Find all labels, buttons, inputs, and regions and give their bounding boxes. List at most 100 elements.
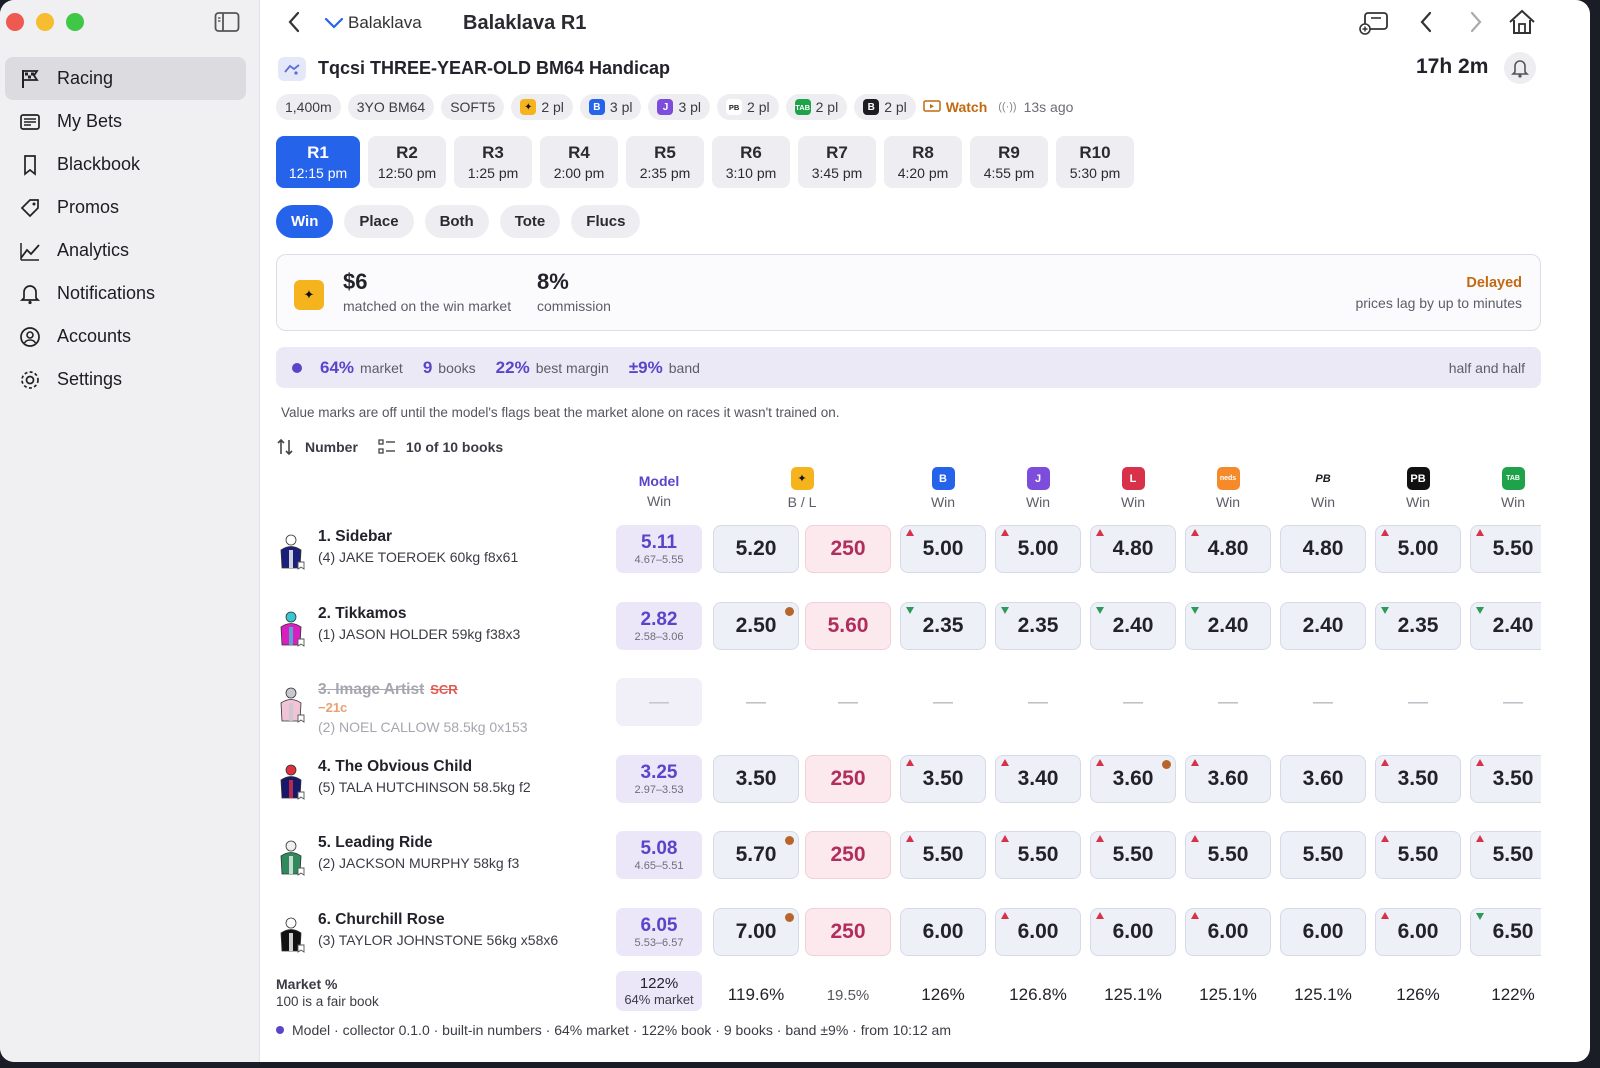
race-info-chip[interactable]: B3 pl xyxy=(579,94,642,120)
minimize-window-button[interactable] xyxy=(36,13,54,31)
lay-price-button[interactable]: 250 xyxy=(805,907,891,956)
race-info-chip[interactable]: 3YO BM64 xyxy=(347,94,435,120)
tab-win[interactable]: Win xyxy=(276,205,334,238)
close-window-button[interactable] xyxy=(6,13,24,31)
race-tab-r9[interactable]: R9 4:55 pm xyxy=(970,136,1048,188)
runner-row[interactable]: 3. Image Artist SCR −21c (2) NOEL CALLOW 58… xyxy=(276,675,1541,735)
win-price-button[interactable]: 3.50 xyxy=(1375,754,1461,803)
win-price-button[interactable]: 2.40 xyxy=(1090,601,1176,650)
win-price-button[interactable]: 3.60 xyxy=(1090,754,1176,803)
race-tab-r8[interactable]: R8 4:20 pm xyxy=(884,136,962,188)
win-price-button[interactable]: 4.80 xyxy=(1090,525,1176,573)
win-price-button[interactable]: 5.50 xyxy=(1470,525,1541,573)
back-price-button[interactable]: 2.50 xyxy=(713,601,799,650)
back-chevron-icon[interactable] xyxy=(280,8,308,36)
lay-price-button[interactable]: 5.60 xyxy=(805,601,891,650)
sidebar-item-my-bets[interactable]: My Bets xyxy=(5,100,246,143)
runner-row[interactable]: 5. Leading Ride (2) JACKSON MURPHY 58kg f… xyxy=(276,828,1541,888)
win-price-button[interactable]: 6.50 xyxy=(1470,907,1541,956)
sidebar-toggle-icon[interactable] xyxy=(214,11,242,35)
win-price-button[interactable]: 3.50 xyxy=(900,754,986,803)
sidebar-item-settings[interactable]: Settings xyxy=(5,358,246,401)
race-tab-r6[interactable]: R6 3:10 pm xyxy=(712,136,790,188)
win-price-button[interactable]: 5.50 xyxy=(1090,831,1176,879)
previous-race-chevron-icon[interactable] xyxy=(1412,8,1440,36)
race-info-chip[interactable]: SOFT5 xyxy=(441,94,505,120)
runner-row[interactable]: 2. Tikkamos (1) JASON HOLDER 59kg f38x3 2.… xyxy=(276,599,1541,659)
race-info-chip[interactable]: PB 2 pl xyxy=(717,94,779,120)
back-price-button[interactable]: 3.50 xyxy=(713,754,799,803)
sort-icon[interactable] xyxy=(276,438,294,456)
home-icon[interactable] xyxy=(1506,6,1538,38)
sidebar-item-promos[interactable]: Promos xyxy=(5,186,246,229)
runner-row[interactable]: 6. Churchill Rose (3) TAYLOR JOHNSTONE 56… xyxy=(276,905,1541,965)
win-price-button[interactable]: 6.00 xyxy=(1185,907,1271,956)
race-tab-r7[interactable]: R7 3:45 pm xyxy=(798,136,876,188)
next-race-chevron-icon[interactable] xyxy=(1462,8,1490,36)
win-price-button[interactable]: 3.40 xyxy=(995,754,1081,803)
runner-row[interactable]: 4. The Obvious Child (5) TALA HUTCHINSON … xyxy=(276,752,1541,812)
race-tab-r5[interactable]: R5 2:35 pm xyxy=(626,136,704,188)
win-price-button[interactable]: 2.40 xyxy=(1470,601,1541,650)
win-price-button[interactable]: 6.00 xyxy=(995,907,1081,956)
win-price-button[interactable]: 2.40 xyxy=(1280,601,1366,650)
race-info-chip[interactable]: 1,400m xyxy=(276,94,341,120)
race-tab-r4[interactable]: R4 2:00 pm xyxy=(540,136,618,188)
win-price-button[interactable]: 6.00 xyxy=(1375,907,1461,956)
lay-price-button[interactable]: 250 xyxy=(805,525,891,573)
tab-both[interactable]: Both xyxy=(424,205,489,238)
win-price-button[interactable]: 5.50 xyxy=(900,831,986,879)
win-price-button[interactable]: 3.50 xyxy=(1470,754,1541,803)
tab-tote[interactable]: Tote xyxy=(499,205,561,238)
sidebar-item-analytics[interactable]: Analytics xyxy=(5,229,246,272)
win-price-button[interactable]: 5.50 xyxy=(1185,831,1271,879)
add-window-icon[interactable] xyxy=(1358,8,1390,38)
blend-mode[interactable]: half and half xyxy=(1449,360,1525,376)
books-filter-icon[interactable] xyxy=(378,439,396,455)
win-price-button[interactable]: 5.50 xyxy=(1375,831,1461,879)
win-price-button[interactable]: 4.80 xyxy=(1280,525,1366,573)
win-price-button[interactable]: 6.00 xyxy=(1280,907,1366,956)
lay-price-button[interactable]: 250 xyxy=(805,831,891,879)
win-price-button[interactable]: 3.60 xyxy=(1185,754,1271,803)
runner-name[interactable]: 1. Sidebar xyxy=(318,528,392,546)
win-price-button[interactable]: 2.40 xyxy=(1185,601,1271,650)
sort-label[interactable]: Number xyxy=(305,439,358,455)
runner-name[interactable]: 3. Image Artist SCR xyxy=(318,681,458,699)
back-price-button[interactable]: 5.20 xyxy=(713,525,799,573)
tab-place[interactable]: Place xyxy=(344,205,414,238)
runner-row[interactable]: 1. Sidebar (4) JAKE TOEROEK 60kg f8x61 5.1… xyxy=(276,522,1541,582)
back-price-button[interactable]: 5.70 xyxy=(713,831,799,879)
win-price-button[interactable]: 2.35 xyxy=(1375,601,1461,650)
win-price-button[interactable]: 5.50 xyxy=(995,831,1081,879)
win-price-button[interactable]: 5.00 xyxy=(995,525,1081,573)
sidebar-item-accounts[interactable]: Accounts xyxy=(5,315,246,358)
sidebar-item-racing[interactable]: Racing xyxy=(5,57,246,100)
win-price-button[interactable]: 6.00 xyxy=(900,907,986,956)
lay-price-button[interactable]: 250 xyxy=(805,754,891,803)
runner-name[interactable]: 6. Churchill Rose xyxy=(318,911,445,929)
runner-name[interactable]: 5. Leading Ride xyxy=(318,834,433,852)
back-price-button[interactable]: 7.00 xyxy=(713,907,799,956)
books-filter-label[interactable]: 10 of 10 books xyxy=(406,439,503,455)
win-price-button[interactable]: 5.50 xyxy=(1280,831,1366,879)
race-info-chip[interactable]: ✦ 2 pl xyxy=(511,94,573,120)
race-tab-r1[interactable]: R1 12:15 pm xyxy=(276,136,360,188)
bell-icon[interactable] xyxy=(1504,52,1536,84)
sidebar-item-blackbook[interactable]: Blackbook xyxy=(5,143,246,186)
win-price-button[interactable]: 2.35 xyxy=(995,601,1081,650)
win-price-button[interactable]: 4.80 xyxy=(1185,525,1271,573)
race-tab-r3[interactable]: R3 1:25 pm xyxy=(454,136,532,188)
win-price-button[interactable]: 6.00 xyxy=(1090,907,1176,956)
runner-name[interactable]: 2. Tikkamos xyxy=(318,605,406,623)
sidebar-item-notifications[interactable]: Notifications xyxy=(5,272,246,315)
tab-flucs[interactable]: Flucs xyxy=(571,205,641,238)
race-tab-r10[interactable]: R10 5:30 pm xyxy=(1056,136,1134,188)
win-price-button[interactable]: 5.00 xyxy=(900,525,986,573)
win-price-button[interactable]: 5.50 xyxy=(1470,831,1541,879)
runner-name[interactable]: 4. The Obvious Child xyxy=(318,758,472,776)
race-tab-r2[interactable]: R2 12:50 pm xyxy=(368,136,446,188)
venue-dropdown[interactable]: Balaklava xyxy=(324,10,422,36)
win-price-button[interactable]: 5.00 xyxy=(1375,525,1461,573)
zoom-window-button[interactable] xyxy=(66,13,84,31)
